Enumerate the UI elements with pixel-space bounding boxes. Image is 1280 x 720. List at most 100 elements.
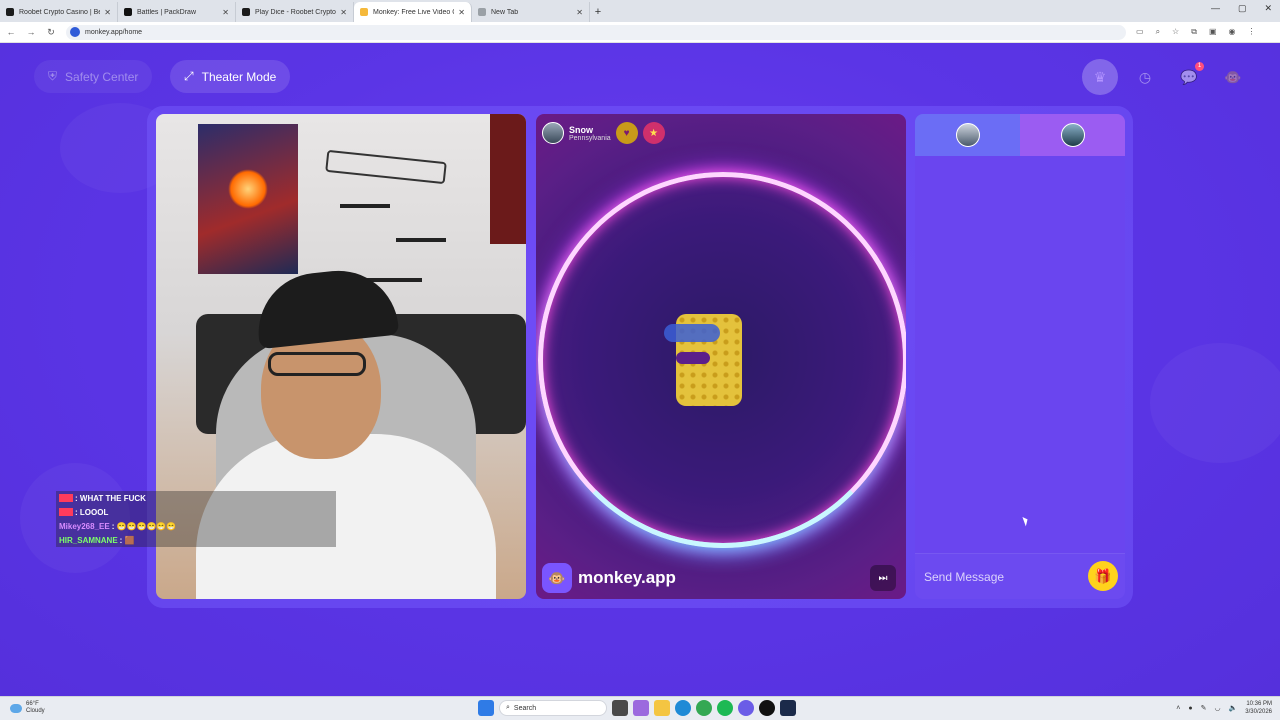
start-icon[interactable]	[478, 700, 494, 716]
split-view-icon[interactable]: ▣	[1209, 27, 1217, 37]
filter-lips	[676, 352, 710, 364]
taskbar-search[interactable]: ⌕ Search	[499, 700, 607, 716]
gift-button[interactable]: 🎁	[1088, 561, 1118, 591]
filter-sunglasses	[664, 324, 720, 342]
browser-tab-bar: Roobet Crypto Casino | Best Bi✕Battles |…	[0, 0, 1280, 22]
tray-app-icon[interactable]: ●	[1188, 705, 1192, 712]
minimize-icon[interactable]: —	[1211, 3, 1220, 14]
stream-chat-message: : WHAT THE FUCK	[56, 491, 336, 505]
close-window-icon[interactable]: ✕	[1264, 3, 1272, 14]
close-tab-icon[interactable]: ✕	[458, 8, 465, 17]
chat-tab-partner[interactable]	[915, 114, 1020, 156]
chat-message-text: : WHAT THE FUCK	[75, 493, 146, 503]
url-field[interactable]: monkey.app/home	[66, 24, 1126, 40]
extensions-icon[interactable]: ⧉	[1191, 27, 1197, 37]
browser-tab[interactable]: Play Dice - Roobet Crypto Casi ✕	[236, 2, 354, 22]
wifi-icon[interactable]: ◡	[1214, 704, 1220, 712]
chat-tab-self[interactable]	[1020, 114, 1125, 156]
reward-badge-icon: ★	[642, 122, 665, 144]
copilot-icon[interactable]	[633, 700, 649, 716]
watermark-text: monkey.app	[578, 568, 676, 587]
os-taskbar: 66°F Cloudy ⌕ Search ˄ ● ✎ ◡ 🔈 10:36 PM …	[0, 696, 1280, 720]
top-right-nav: ♛ ◷ 💬 1 🐵	[1082, 59, 1250, 95]
partner-avatar[interactable]	[542, 122, 564, 144]
next-match-button[interactable]: ⏭	[870, 565, 896, 591]
menu-icon[interactable]: ⋮	[1247, 27, 1255, 37]
profile-nav-button[interactable]: 🐵	[1216, 60, 1250, 94]
clock[interactable]: 10:36 PM 3/30/2026	[1245, 700, 1272, 716]
wall-shelf	[396, 238, 446, 242]
browser-tab[interactable]: Battles | PackDraw ✕	[118, 2, 236, 22]
theater-mode-label: Theater Mode	[201, 69, 277, 84]
bg-decoration	[1150, 343, 1280, 463]
weather-widget[interactable]: 66°F Cloudy	[10, 701, 45, 715]
app-icon[interactable]	[738, 700, 754, 716]
clock-icon: ◷	[1138, 68, 1152, 85]
close-tab-icon[interactable]: ✕	[340, 8, 347, 17]
send-message-input[interactable]	[924, 569, 1074, 584]
safety-center-button[interactable]: ⛨ Safety Center	[34, 60, 153, 93]
chat-panel-tabs	[915, 114, 1125, 156]
partner-location: Pennsylvania	[569, 134, 611, 142]
close-tab-icon[interactable]: ✕	[576, 8, 583, 17]
edge-icon[interactable]	[675, 700, 691, 716]
back-icon[interactable]: ←	[2, 27, 20, 37]
tab-favicon-icon	[478, 8, 486, 16]
skip-forward-icon: ⏭	[878, 572, 888, 584]
zoom-icon[interactable]: ⌕	[1156, 27, 1160, 37]
wall-poster	[198, 124, 298, 274]
video-chat-nav-button[interactable]: ♛	[1082, 59, 1118, 95]
partner-info[interactable]: Snow Pennsylvania ♥ ★	[542, 122, 665, 144]
tab-favicon-icon	[242, 8, 250, 16]
browser-tab[interactable]: Roobet Crypto Casino | Best Bi✕	[0, 2, 118, 22]
close-tab-icon[interactable]: ✕	[222, 8, 229, 17]
forward-icon[interactable]: →	[22, 27, 40, 37]
clock-date: 3/30/2026	[1245, 709, 1272, 715]
history-nav-button[interactable]: ◷	[1128, 60, 1162, 94]
browser-tab[interactable]: New Tab ✕	[472, 2, 590, 22]
url-text: monkey.app/home	[85, 28, 143, 36]
chat-username: Mikey268_EE	[59, 521, 110, 531]
reload-icon[interactable]: ↻	[42, 27, 60, 38]
theater-mode-button[interactable]: ⤢ Theater Mode	[170, 60, 291, 93]
tab-title: Play Dice - Roobet Crypto Casi	[255, 8, 336, 16]
address-bar: ← → ↻ monkey.app/home ▭ ⌕ ☆ ⧉ ▣ ◉ ⋮	[0, 22, 1280, 43]
cast-icon[interactable]: ▭	[1136, 27, 1144, 37]
streamer-glasses	[268, 352, 366, 376]
self-avatar	[1060, 123, 1085, 147]
pen-icon[interactable]: ✎	[1201, 704, 1207, 712]
volume-icon[interactable]: 🔈	[1229, 704, 1238, 712]
chat-bubble-icon: 💬	[1180, 68, 1198, 85]
profile-icon[interactable]: ◉	[1229, 27, 1236, 37]
chrome-icon[interactable]	[696, 700, 712, 716]
tab-favicon-icon	[360, 8, 368, 16]
app-icon[interactable]	[759, 700, 775, 716]
taskbar-search-label: Search	[513, 704, 537, 712]
search-icon: ⌕	[506, 704, 510, 711]
chevron-up-icon[interactable]: ˄	[1176, 705, 1180, 712]
messages-nav-button[interactable]: 💬 1	[1172, 60, 1206, 94]
maximize-icon[interactable]: ▢	[1238, 3, 1247, 14]
partner-text: Snow Pennsylvania	[569, 125, 611, 142]
taskbar-apps: ⌕ Search	[478, 700, 796, 716]
browser-toolbar: ▭ ⌕ ☆ ⧉ ▣ ◉ ⋮	[1136, 27, 1255, 37]
chat-username: HIR_SAMNANE	[59, 535, 118, 545]
chat-message-text: : 🟫	[119, 535, 135, 545]
cloud-icon	[10, 703, 22, 713]
site-info-icon[interactable]	[70, 27, 80, 37]
chat-message-text: : LOOOL	[75, 507, 109, 517]
spotify-icon[interactable]	[717, 700, 733, 716]
new-tab-button[interactable]: +	[590, 2, 606, 22]
message-composer: 🎁	[915, 553, 1125, 599]
stream-chat-overlay: : WHAT THE FUCK: LOOOL Mikey268_EE: 😁😁😁😁😁…	[56, 491, 356, 549]
chat-panel: 🎁	[915, 114, 1125, 599]
app-icon[interactable]	[780, 700, 796, 716]
bookmark-star-icon[interactable]: ☆	[1172, 27, 1179, 37]
browser-tab[interactable]: Monkey: Free Live Video Ch ✕	[354, 2, 472, 22]
partner-video: Snow Pennsylvania ♥ ★ 🐵 monkey.app ⏭	[536, 114, 906, 599]
partner-name: Snow	[569, 124, 593, 135]
heart-badge-icon: ♥	[615, 122, 638, 144]
close-tab-icon[interactable]: ✕	[104, 8, 111, 17]
file-explorer-icon[interactable]	[654, 700, 670, 716]
task-view-icon[interactable]	[612, 700, 628, 716]
